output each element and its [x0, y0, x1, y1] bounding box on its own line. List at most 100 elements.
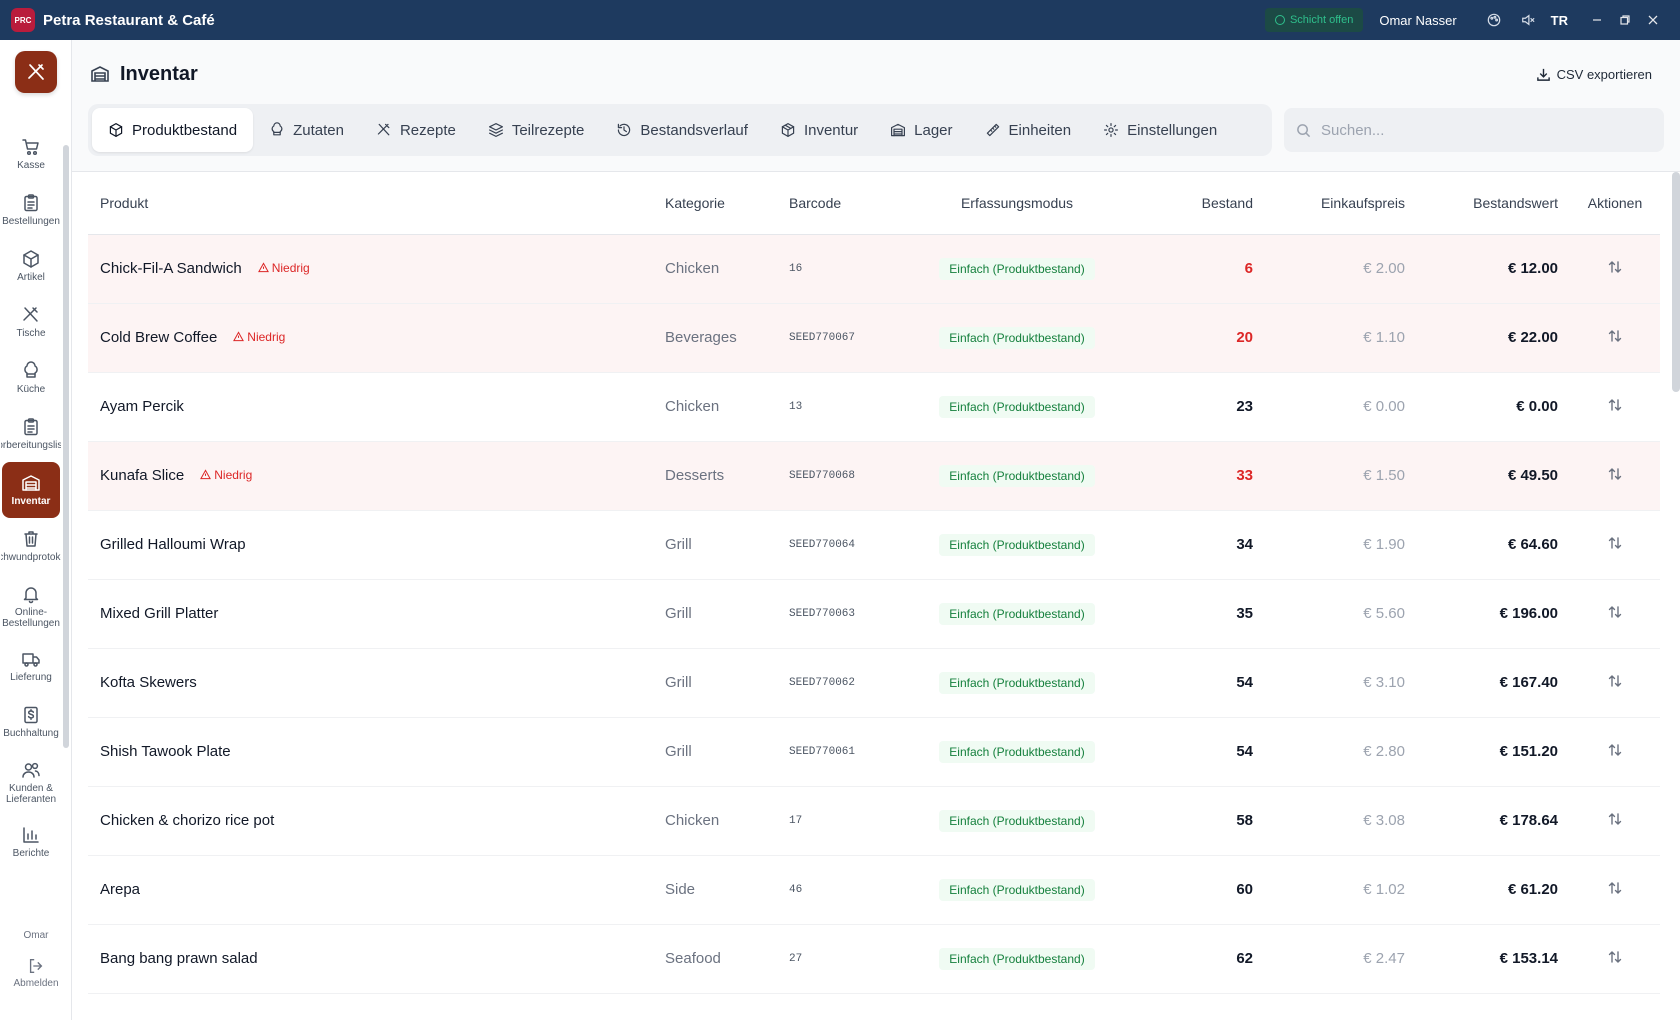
tab-4[interactable]: Bestandsverlauf — [600, 108, 764, 152]
logout-button[interactable]: Abmelden — [6, 957, 66, 989]
current-user[interactable]: Omar Nasser — [1379, 13, 1456, 28]
sidebar-item-label: Küche — [16, 384, 46, 395]
table-row[interactable]: Mixed Grill Platter Grill SEED770063 Einfac… — [88, 579, 1660, 649]
ruler-icon — [986, 123, 999, 137]
adjust-stock-button[interactable] — [1607, 949, 1623, 965]
adjust-stock-button[interactable] — [1607, 604, 1623, 620]
col-product[interactable]: Produkt — [88, 172, 653, 235]
col-mode[interactable]: Erfassungsmodus — [917, 172, 1117, 235]
tab-1[interactable]: Zutaten — [253, 108, 360, 152]
sidebar-item-11[interactable]: Kunden & Lieferanten — [2, 754, 60, 810]
tab-label: Einheiten — [1008, 121, 1072, 139]
cell-stock: 54 — [1117, 648, 1265, 718]
col-category[interactable]: Kategorie — [653, 172, 777, 235]
arrows-up-down-icon — [1608, 467, 1622, 480]
sidebar-item-7[interactable]: Schwundprotokoll — [1, 518, 61, 574]
tab-3[interactable]: Teilrezepte — [472, 108, 601, 152]
sidebar-scrollbar[interactable] — [63, 145, 69, 748]
adjust-stock-button[interactable] — [1607, 535, 1623, 551]
tab-label: Produktbestand — [132, 121, 238, 139]
mute-icon[interactable] — [1511, 0, 1545, 40]
sidebar-item-2[interactable]: Artikel — [2, 238, 60, 294]
tab-5[interactable]: Inventur — [764, 108, 874, 152]
product-name: Grilled Halloumi Wrap — [100, 536, 246, 553]
tab-6[interactable]: Lager — [874, 108, 968, 152]
warning-icon — [257, 262, 269, 273]
low-stock-badge: Niedrig — [200, 468, 252, 482]
table-row[interactable]: Kofta Skewers Grill SEED770062 Einfach (Pro… — [88, 648, 1660, 718]
cell-product: Arepa — [88, 855, 653, 925]
cell-barcode: SEED770067 — [777, 303, 917, 373]
table-row[interactable]: Ayam Percik Chicken 13 Einfach (Produktbest… — [88, 372, 1660, 442]
table-row[interactable]: Kunafa Slice Niedrig Desserts SEED770068 Ein… — [88, 441, 1660, 511]
sidebar-item-4[interactable]: Küche — [2, 350, 60, 406]
product-name: Chicken & chorizo rice pot — [100, 812, 275, 829]
table-row[interactable]: Grilled Halloumi Wrap Grill SEED770064 Einf… — [88, 510, 1660, 580]
language-switch[interactable]: TR — [1551, 13, 1568, 28]
cell-barcode: SEED770062 — [777, 648, 917, 718]
tab-8[interactable]: Einstellungen — [1087, 108, 1233, 152]
sidebar-item-3[interactable]: Tische — [2, 294, 60, 350]
table-row[interactable]: Shish Tawook Plate Grill SEED770061 Einfach… — [88, 717, 1660, 787]
adjust-stock-button[interactable] — [1607, 880, 1623, 896]
cell-category: Beverages — [653, 303, 777, 373]
adjust-stock-button[interactable] — [1607, 673, 1623, 689]
adjust-stock-button[interactable] — [1607, 259, 1623, 275]
tab-7[interactable]: Einheiten — [969, 108, 1088, 152]
cell-category: Desserts — [653, 441, 777, 511]
sidebar-item-8[interactable]: Online- Bestellungen — [2, 578, 60, 634]
close-icon[interactable] — [1640, 0, 1666, 40]
minimize-icon[interactable] — [1584, 0, 1610, 40]
table-row[interactable]: Chicken & chorizo rice pot Chicken 17 Einfa… — [88, 786, 1660, 856]
cell-stock: 20 — [1117, 303, 1265, 373]
mode-badge: Einfach (Produktbestand) — [939, 740, 1095, 763]
table-row[interactable]: Arepa Side 46 Einfach (Produktbestand) 60 € 1… — [88, 855, 1660, 925]
table-row[interactable]: Cold Brew Coffee Niedrig Beverages SEED7700… — [88, 303, 1660, 373]
adjust-stock-button[interactable] — [1607, 742, 1623, 758]
shift-status-badge[interactable]: Schicht offen — [1264, 8, 1364, 32]
sidebar-item-5[interactable]: Vorbereitungsliste — [1, 406, 61, 462]
col-purchase-price[interactable]: Einkaufspreis — [1265, 172, 1417, 235]
table-row[interactable]: Chick-Fil-A Sandwich Niedrig Chicken 16 Einf… — [88, 234, 1660, 304]
inventory-table-container: Produkt Kategorie Barcode Erfassungsmodu… — [72, 172, 1680, 1020]
adjust-stock-button[interactable] — [1607, 811, 1623, 827]
tab-0[interactable]: Produktbestand — [92, 108, 254, 152]
sidebar-item-9[interactable]: Lieferung — [2, 638, 60, 694]
cell-mode: Einfach (Produktbestand) — [917, 303, 1117, 373]
product-name: Bang bang prawn salad — [100, 950, 258, 967]
brand-utensils-icon[interactable] — [15, 51, 57, 93]
inventory-table: Produkt Kategorie Barcode Erfassungsmodu… — [88, 172, 1660, 994]
sidebar-item-12[interactable]: Berichte — [2, 814, 60, 870]
palette-icon[interactable] — [1477, 0, 1511, 40]
table-scrollbar[interactable] — [1672, 172, 1680, 392]
col-barcode[interactable]: Barcode — [777, 172, 917, 235]
adjust-stock-button[interactable] — [1607, 328, 1623, 344]
cell-purchase-price: € 3.08 — [1265, 786, 1417, 856]
sidebar-item-6[interactable]: Inventar — [2, 462, 60, 518]
adjust-stock-button[interactable] — [1607, 466, 1623, 482]
export-csv-button[interactable]: CSV exportieren — [1536, 67, 1652, 82]
sidebar-item-label: Berichte — [12, 848, 50, 859]
sidebar-item-0[interactable]: Kasse — [2, 126, 60, 182]
cell-product: Kofta Skewers — [88, 648, 653, 718]
cell-actions — [1570, 234, 1660, 304]
cell-category: Chicken — [653, 786, 777, 856]
col-stock-value[interactable]: Bestandswert — [1417, 172, 1570, 235]
col-stock[interactable]: Bestand — [1117, 172, 1265, 235]
mode-badge: Einfach (Produktbestand) — [939, 602, 1095, 625]
cell-actions — [1570, 855, 1660, 925]
cell-actions — [1570, 441, 1660, 511]
sidebar-item-label-wrap: Kunden & Lieferanten — [1, 783, 61, 805]
search-box[interactable] — [1284, 108, 1664, 152]
logout-icon — [29, 959, 43, 973]
cell-stock: 6 — [1117, 234, 1265, 304]
tab-2[interactable]: Rezepte — [360, 108, 472, 152]
cell-product: Kunafa Slice Niedrig — [88, 441, 653, 511]
cell-mode: Einfach (Produktbestand) — [917, 855, 1117, 925]
sidebar-item-1[interactable]: Bestellungen — [2, 182, 60, 238]
adjust-stock-button[interactable] — [1607, 397, 1623, 413]
table-row[interactable]: Bang bang prawn salad Seafood 27 Einfach (P… — [88, 924, 1660, 994]
restore-icon[interactable] — [1612, 0, 1638, 40]
sidebar-item-10[interactable]: Buchhaltung — [2, 694, 60, 750]
search-input[interactable] — [1321, 121, 1641, 139]
